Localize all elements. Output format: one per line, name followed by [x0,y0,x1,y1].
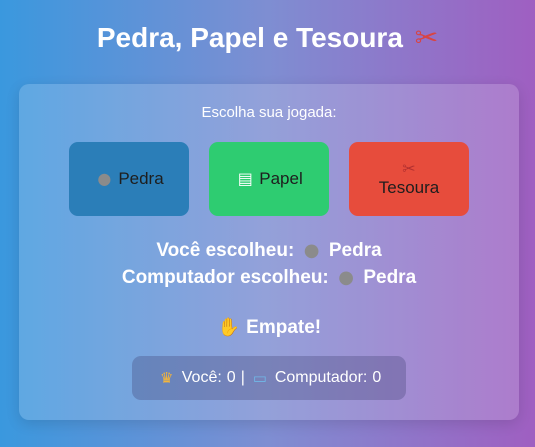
papel-button[interactable]: ▤ Papel [209,142,329,216]
page-title: Pedra, Papel e Tesoura ✂ [0,20,535,56]
trophy-icon: ♛ [160,369,174,387]
laptop-icon: ▭ [252,369,267,387]
player-choice-label: Você escolheu: [156,240,295,261]
scissors-icon: ✂ [402,159,416,178]
pedra-button[interactable]: ● Pedra [69,142,189,216]
computer-choice-label: Computador escolheu: [121,267,329,288]
score-separator: | [240,369,245,386]
player-choice-value: Pedra [328,240,382,261]
player-score-label: Você: [181,369,222,386]
handshake-icon: ✋ [217,317,241,338]
tesoura-label: Tesoura [378,178,440,197]
choice-buttons: ● Pedra ▤ Papel ✂ Tesoura [69,142,469,216]
game-card: Escolha sua jogada: ● Pedra ▤ Papel ✂ Te… [19,84,519,420]
pedra-label: Pedra [118,169,164,188]
title-text: Pedra, Papel e Tesoura [96,22,403,53]
player-score-value: 0 [226,369,236,386]
papel-label: Papel [259,169,303,188]
rock-icon: ● [97,169,112,188]
choice-prompt: Escolha sua jogada: [201,104,337,121]
paper-icon: ▤ [237,169,253,188]
outcome-text: Empate! [246,317,322,338]
computer-score-label: Computador: [274,369,368,386]
rock-icon: ● [303,240,320,261]
computer-choice-line: Computador escolheu: ● Pedra [19,266,519,290]
player-choice-line: Você escolheu: ● Pedra [19,239,519,263]
rock-icon: ● [338,267,354,288]
outcome-line: ✋ Empate! [19,316,519,340]
scoreboard: ♛ Você: 0 | ▭ Computador: 0 [132,356,406,400]
computer-score-value: 0 [372,369,382,386]
scissors-icon: ✂ [414,21,439,54]
computer-choice-value: Pedra [363,267,417,288]
tesoura-button[interactable]: ✂ Tesoura [349,142,469,216]
